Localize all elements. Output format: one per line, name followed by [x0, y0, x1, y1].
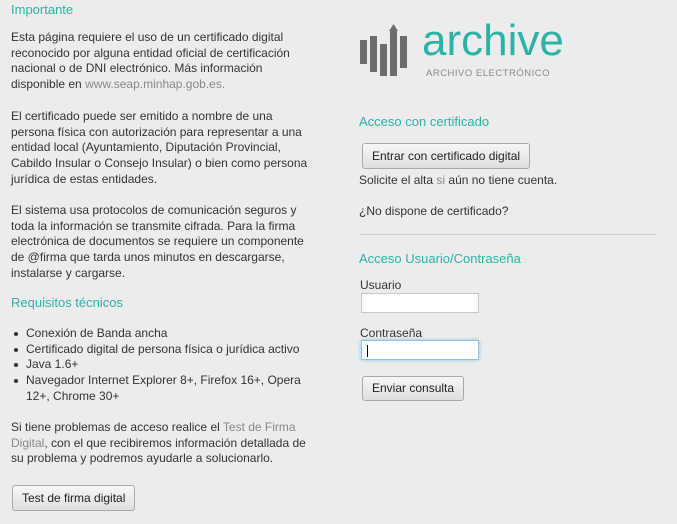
requirements-list: Conexión de Banda ancha Certificado digi…	[11, 326, 301, 405]
logo-word: archive	[422, 16, 564, 65]
troubleshoot-paragraph: Si tiene problemas de acceso realice el …	[11, 420, 311, 467]
signup-link[interactable]: si	[436, 173, 445, 187]
representation-paragraph: El certificado puede ser emitido a nombr…	[11, 109, 308, 186]
enter-certificate-button[interactable]: Entrar con certificado digital	[362, 143, 531, 169]
section-divider	[359, 234, 656, 235]
list-item: Certificado digital de persona física o …	[11, 342, 301, 358]
signup-line: Solicite el alta si aún no tiene cuenta.	[359, 173, 557, 187]
signup-text[interactable]: Solicite el alta	[359, 173, 433, 187]
seap-link[interactable]: www.seap.minhap.gob.es.	[85, 77, 225, 91]
signup-text-end: aún no tiene cuenta.	[448, 173, 558, 187]
usuario-label: Usuario	[360, 278, 402, 292]
archive-logo: archive ARCHIVO ELECTRÓNICO	[360, 16, 610, 82]
list-item: Conexión de Banda ancha	[11, 326, 301, 342]
submit-button[interactable]: Enviar consulta	[362, 376, 465, 401]
user-access-heading: Acceso Usuario/Contraseña	[359, 251, 521, 266]
logo-subtitle: ARCHIVO ELECTRÓNICO	[426, 68, 551, 79]
password-input[interactable]	[361, 340, 479, 360]
troubleshoot-text: Si tiene problemas de acceso realice el	[11, 420, 220, 434]
troubleshoot-text-end: , con el que recibiremos información det…	[11, 435, 306, 466]
requisitos-heading: Requisitos técnicos	[11, 295, 123, 310]
list-item: Navegador Internet Explorer 8+, Firefox …	[11, 373, 301, 404]
security-paragraph: El sistema usa protocolos de comunicació…	[11, 203, 304, 280]
bars-logo-icon	[360, 24, 407, 76]
usuario-input[interactable]	[361, 293, 479, 313]
password-label: Contraseña	[360, 326, 423, 340]
cert-access-heading: Acceso con certificado	[359, 114, 490, 129]
certificate-info-paragraph: Esta página requiere el uso de un certif…	[11, 30, 311, 93]
no-certificate-link[interactable]: ¿No dispone de certificado?	[359, 204, 508, 218]
list-item: Java 1.6+	[11, 357, 301, 373]
text-caret	[367, 345, 368, 357]
test-firma-button[interactable]: Test de firma digital	[12, 485, 136, 511]
importante-heading: Importante	[11, 2, 74, 17]
